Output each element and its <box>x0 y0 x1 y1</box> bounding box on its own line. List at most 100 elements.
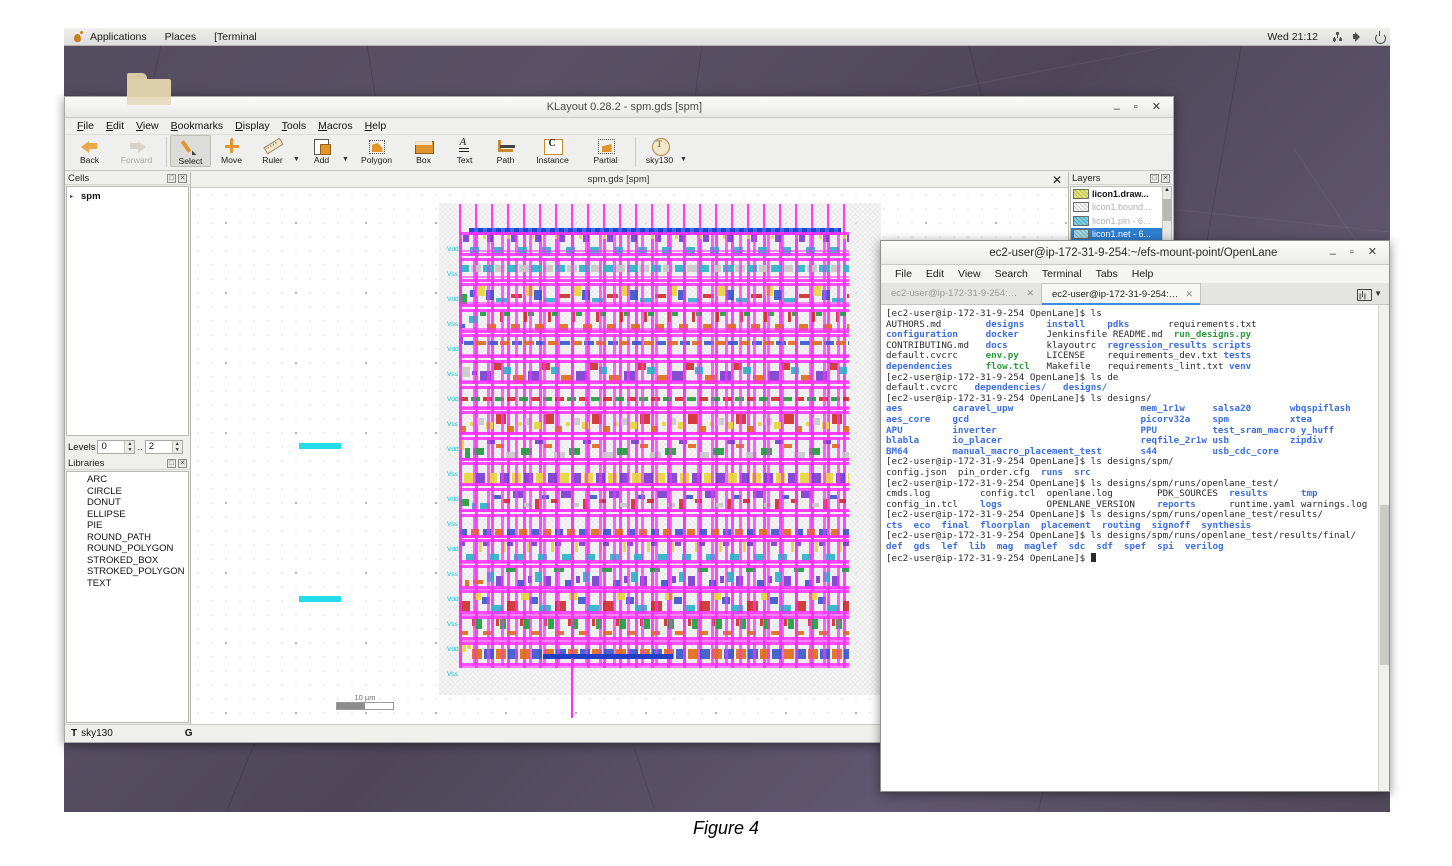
layers-scrollbar-thumb[interactable] <box>1163 199 1171 221</box>
dock-icon[interactable]: □ <box>167 458 176 468</box>
terminal-window-controls: – ▫ ✕ <box>1330 247 1389 260</box>
klayout-titlebar[interactable]: KLayout 0.28.2 - spm.gds [spm] – ▫ ✕ <box>65 97 1173 118</box>
levels-to-stepper[interactable]: 2 ▲ ▼ <box>144 440 183 454</box>
menu-display[interactable]: Display <box>229 118 275 135</box>
klayout-left-dock: Cells □ ✕ ▸ spm Levels 0 ▲ ▼ .. 2 ▲ ▼ Li… <box>65 172 191 724</box>
close-icon[interactable]: ✕ <box>178 173 187 183</box>
toolbar-button-box[interactable]: Box <box>403 135 444 165</box>
volume-icon[interactable] <box>1351 29 1366 44</box>
layer-row[interactable]: licon1.draw... <box>1071 187 1171 201</box>
terminal-menu-terminal[interactable]: Terminal <box>1035 268 1089 280</box>
layout-view-close-icon[interactable]: ✕ <box>1046 173 1068 187</box>
toolbar-dropdown-caret-icon[interactable]: ▼ <box>680 156 688 163</box>
toolbar-button-text[interactable]: Text <box>444 135 485 165</box>
expander-icon[interactable]: ▸ <box>70 193 78 200</box>
panel-menu-applications[interactable]: Applications <box>81 28 156 46</box>
levels-from-arrows[interactable]: ▲ ▼ <box>124 441 135 453</box>
gnome-foot-icon[interactable] <box>73 30 84 43</box>
minimize-button[interactable]: – <box>1330 249 1336 260</box>
library-item[interactable]: ROUND_POLYGON <box>67 543 188 555</box>
toolbar-button-ruler[interactable]: Ruler <box>252 135 293 165</box>
klayout-window-controls: – ▫ ✕ <box>1114 101 1173 115</box>
menu-edit[interactable]: Edit <box>100 118 130 135</box>
toolbar-button-instance[interactable]: Instance <box>526 135 579 165</box>
terminal-menu-edit[interactable]: Edit <box>919 268 951 280</box>
terminal-tab[interactable]: ec2-user@ip-172-31-9-254:~/efs-mount... ✕ <box>1041 283 1201 305</box>
library-item[interactable]: STROKED_BOX <box>67 555 188 567</box>
toolbar-button-forward: Forward <box>110 135 163 165</box>
library-item[interactable]: DONUT <box>67 497 188 509</box>
libraries-list[interactable]: ARC CIRCLE DONUT ELLIPSE PIE ROUND_PATH ROUND_… <box>66 471 189 723</box>
toolbar-button-select[interactable]: Select <box>170 135 211 167</box>
menu-file[interactable]: File <box>71 118 100 135</box>
toolbar-button-back[interactable]: Back <box>69 135 110 165</box>
close-icon[interactable]: ✕ <box>1161 173 1170 183</box>
new-tab-icon[interactable] <box>1356 287 1373 301</box>
levels-from-stepper[interactable]: 0 ▲ ▼ <box>97 440 136 454</box>
toolbar-button-label: Add <box>313 155 330 165</box>
toolbar-button-partial[interactable]: Partial <box>579 135 632 165</box>
terminal-menu-view[interactable]: View <box>951 268 988 280</box>
layer-color-swatch[interactable] <box>1073 215 1089 226</box>
toolbar-dropdown-caret-icon[interactable]: ▼ <box>342 156 350 163</box>
library-item[interactable]: CIRCLE <box>67 486 188 498</box>
cells-tree[interactable]: ▸ spm <box>66 186 189 436</box>
cells-tree-row[interactable]: ▸ spm <box>67 190 188 202</box>
network-icon[interactable] <box>1330 29 1345 44</box>
terminal-scrollbar[interactable] <box>1378 305 1389 791</box>
layer-row[interactable]: licon1.bound... <box>1071 201 1171 215</box>
panel-window-title[interactable]: [Terminal <box>205 28 266 46</box>
maximize-button[interactable]: ▫ <box>1350 247 1354 258</box>
close-icon[interactable]: ✕ <box>1026 288 1034 299</box>
panel-menu-places[interactable]: Places <box>156 28 206 46</box>
library-item[interactable]: ROUND_PATH <box>67 532 188 544</box>
layer-row[interactable]: licon1.net - 6... <box>1071 227 1171 241</box>
levels-to-arrows[interactable]: ▲ ▼ <box>171 441 182 453</box>
toolbar-button-move[interactable]: Move <box>211 135 252 165</box>
close-icon[interactable]: ✕ <box>1185 289 1193 300</box>
minimize-button[interactable]: – <box>1114 103 1120 115</box>
toolbar-button-add[interactable]: Add <box>301 135 342 165</box>
toolbar-button-sky130[interactable]: sky130 <box>639 135 680 165</box>
library-item[interactable]: ELLIPSE <box>67 509 188 521</box>
dock-icon[interactable]: □ <box>167 173 176 183</box>
toolbar-dropdown-caret-icon[interactable]: ▼ <box>293 156 301 163</box>
add-shape-icon <box>311 137 333 155</box>
terminal-menu-help[interactable]: Help <box>1125 268 1161 280</box>
terminal-tab[interactable]: ec2-user@ip-172-31-9-254:~/efs-mount... ✕ <box>881 283 1041 304</box>
library-item[interactable]: TEXT <box>67 578 188 590</box>
library-item[interactable]: STROKED_POLYGON <box>67 566 188 578</box>
menu-view[interactable]: View <box>130 118 165 135</box>
library-item[interactable]: ARC <box>67 474 188 486</box>
terminal-titlebar[interactable]: ec2-user@ip-172-31-9-254:~/efs-mount-poi… <box>881 241 1389 265</box>
menu-tools[interactable]: Tools <box>276 118 313 135</box>
terminal-menu-search[interactable]: Search <box>988 268 1035 280</box>
dock-icon[interactable]: □ <box>1150 173 1159 183</box>
layout-view-tab[interactable]: spm.gds [spm] <box>191 174 1046 185</box>
menu-macros[interactable]: Macros <box>312 118 358 135</box>
desktop-folder-icon[interactable] <box>127 73 171 107</box>
layer-color-swatch[interactable] <box>1073 229 1089 240</box>
layer-row[interactable]: licon1.pin - 6... <box>1071 214 1171 228</box>
terminal-scrollbar-thumb[interactable] <box>1380 505 1389 665</box>
chip-horizontal-rails <box>459 232 849 668</box>
close-icon[interactable]: ✕ <box>178 458 187 468</box>
tab-list-caret-icon[interactable]: ▼ <box>1374 289 1382 298</box>
power-icon[interactable] <box>1372 29 1387 44</box>
menu-help[interactable]: Help <box>359 118 393 135</box>
layer-color-swatch[interactable] <box>1073 202 1089 213</box>
toolbar-button-polygon[interactable]: Polygon <box>350 135 403 165</box>
scroll-up-arrow-icon[interactable]: ▲ <box>1164 187 1170 193</box>
panel-clock[interactable]: Wed 21:12 <box>1258 28 1327 46</box>
close-button[interactable]: ✕ <box>1368 247 1377 258</box>
close-button[interactable]: ✕ <box>1152 101 1161 113</box>
toolbar-button-path[interactable]: Path <box>485 135 526 165</box>
folder-lip <box>127 97 171 105</box>
terminal-menu-file[interactable]: File <box>888 268 919 280</box>
terminal-menu-tabs[interactable]: Tabs <box>1089 268 1125 280</box>
terminal-screen[interactable]: [ec2-user@ip-172-31-9-254 OpenLane]$ ls … <box>881 305 1389 791</box>
library-item[interactable]: PIE <box>67 520 188 532</box>
maximize-button[interactable]: ▫ <box>1134 101 1138 113</box>
layer-color-swatch[interactable] <box>1073 188 1089 199</box>
menu-bookmarks[interactable]: Bookmarks <box>165 118 230 135</box>
